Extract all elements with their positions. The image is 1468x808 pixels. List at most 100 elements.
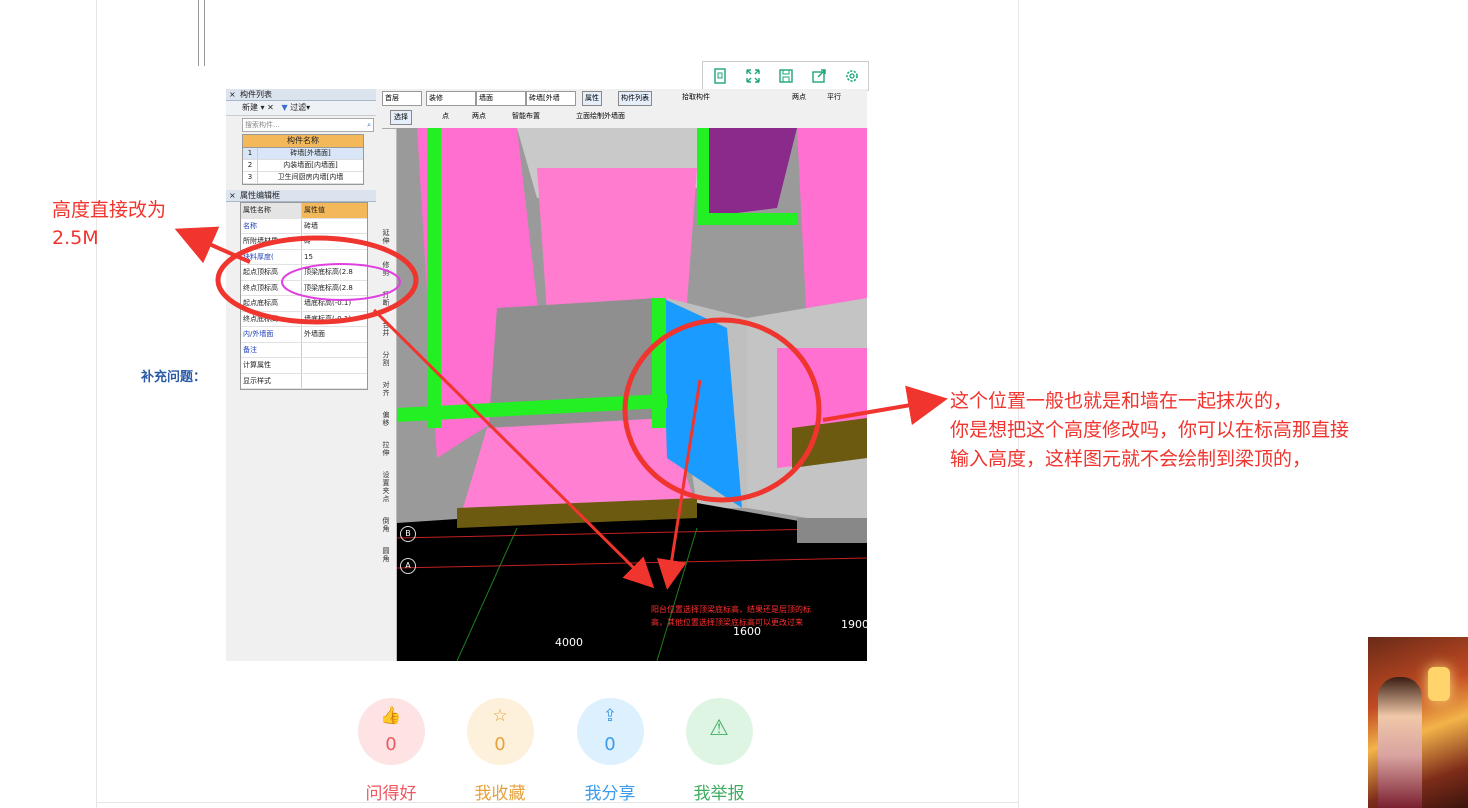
right-annotation-line3: 输入高度，这样图元就不会绘制到梁顶的，: [950, 448, 1312, 470]
report-circle[interactable]: ⚠: [685, 698, 753, 765]
favorite-label[interactable]: 我收藏: [455, 779, 545, 804]
elevation-draw-button[interactable]: 立面绘制外墙面: [576, 110, 625, 123]
filter-button[interactable]: 过滤: [290, 103, 306, 112]
table-row[interactable]: 3 卫生间厨房内墙[内墙: [243, 172, 363, 184]
component-list-button[interactable]: 构件列表: [618, 91, 652, 106]
component-toolrow: 新建 ▾ ✕ ▼ 过滤▾: [226, 101, 376, 116]
tool-stretch[interactable]: 拉伸: [381, 441, 391, 457]
warning-icon: ⚠: [709, 716, 729, 741]
type-select[interactable]: 墙面: [476, 91, 526, 106]
property-row[interactable]: 所附墙材质砖: [241, 234, 367, 250]
favorite-action[interactable]: ☆ 0 我收藏: [455, 698, 545, 804]
character-image: [1378, 677, 1422, 808]
select-button[interactable]: 选择: [390, 110, 412, 125]
favorite-circle[interactable]: ☆ 0: [466, 698, 534, 765]
report-label[interactable]: 我举报: [674, 779, 764, 804]
point-button[interactable]: 点: [442, 110, 449, 123]
element-select[interactable]: 砖墙[外墙: [526, 91, 576, 106]
like-count: 0: [385, 734, 397, 755]
table-row[interactable]: 1 砖墙[外墙面]: [243, 148, 363, 160]
left-annotation-line1: 高度直接改为: [52, 199, 167, 221]
table-row[interactable]: 2 内装墙面[内墙面]: [243, 160, 363, 172]
share-action[interactable]: ⇪ 0 我分享: [565, 698, 655, 804]
property-row[interactable]: 计算属性: [241, 358, 367, 374]
tool-grip[interactable]: 设置夹点: [381, 471, 391, 503]
tool-break[interactable]: 打断: [381, 291, 391, 307]
left-annotation-line2: 2.5M: [52, 227, 99, 249]
3d-viewport[interactable]: B A 阳台位置选择顶梁底标高，结果还是层顶的标 高，其他位置选择顶梁底标高可以…: [397, 128, 867, 661]
cad-toolbars: 首层 装修 墙面 砖墙[外墙 属性 构件列表 拾取构件 两点 平行 选择 点 两…: [382, 89, 867, 129]
card-divider: [96, 802, 1018, 803]
tool-fillet[interactable]: 圆角: [381, 547, 391, 563]
search-icon[interactable]: ⌕: [367, 119, 371, 131]
right-annotation-line1: 这个位置一般也就是和墙在一起抹灰的，: [950, 390, 1293, 412]
ad-thumbnail[interactable]: [1368, 637, 1468, 808]
property-row[interactable]: 备注: [241, 342, 367, 358]
like-action[interactable]: 👍 0 问得好: [346, 698, 436, 804]
edit-tool-strip: 延伸 修剪 打断 合并 分割 对齐 偏移 拉伸 设置夹点 倒角 圆角: [376, 89, 397, 661]
property-row[interactable]: 内/外墙面 外墙面: [241, 327, 367, 343]
property-row[interactable]: 名称 砖墙: [241, 218, 367, 234]
property-row[interactable]: 终点顶标高 顶梁底标高(2.8: [241, 280, 367, 296]
axis-marker-b: B: [400, 526, 416, 542]
two-point-axis-button[interactable]: 两点: [792, 91, 806, 104]
share-label[interactable]: 我分享: [565, 779, 655, 804]
star-icon: ☆: [492, 706, 508, 726]
filter-icon[interactable]: ▼: [281, 103, 287, 112]
fit-page-icon[interactable]: [703, 62, 736, 90]
share-count: 0: [604, 734, 616, 755]
component-list-header: × 构件列表: [226, 89, 376, 101]
component-search-input[interactable]: 搜索构件... ⌕: [242, 118, 374, 132]
axis-marker-a: A: [400, 558, 416, 574]
viewport-caption-line1: 阳台位置选择顶梁底标高，结果还是层顶的标: [651, 605, 811, 614]
top-scroll-marker: [198, 0, 205, 66]
dimension-4000: 4000: [555, 636, 583, 649]
tool-split[interactable]: 分割: [381, 351, 391, 367]
lantern-image: [1428, 667, 1450, 701]
new-button[interactable]: 新建: [242, 103, 258, 112]
supplement-label: 补充问题：: [141, 370, 207, 385]
tool-trim[interactable]: 修剪: [381, 261, 391, 277]
export-icon[interactable]: [802, 62, 835, 90]
component-list-title: 构件列表: [240, 90, 272, 99]
dimension-1600: 1600: [733, 625, 761, 638]
tool-align[interactable]: 对齐: [381, 381, 391, 397]
tool-extend[interactable]: 延伸: [381, 229, 391, 245]
image-toolbar: [702, 61, 869, 91]
attribute-button[interactable]: 属性: [582, 91, 602, 106]
share-icon: ⇪: [602, 706, 618, 726]
tool-offset[interactable]: 偏移: [381, 411, 391, 427]
property-table: 属性名称 属性值 名称 砖墙 所附墙材质砖 块料厚度(15 起点顶标高 顶梁底标高(2…: [240, 202, 368, 390]
component-table: 构件名称 1 砖墙[外墙面] 2 内装墙面[内墙面] 3 卫生间厨房内墙[内墙: [242, 134, 364, 185]
left-annotation: 高度直接改为 2.5M: [52, 196, 166, 252]
dimension-1900: 1900: [841, 618, 867, 631]
property-editor-header: × 属性编辑框: [226, 190, 376, 202]
property-editor-title: 属性编辑框: [240, 191, 280, 200]
thumbs-up-icon: 👍: [380, 706, 402, 726]
component-name-header: 构件名称: [243, 135, 363, 148]
like-label[interactable]: 问得好: [346, 779, 436, 804]
parallel-button[interactable]: 平行: [827, 91, 841, 104]
property-row[interactable]: 起点顶标高 顶梁底标高(2.8: [241, 265, 367, 281]
report-action[interactable]: ⚠ 我举报: [674, 698, 764, 804]
property-row[interactable]: 终点底标高 墙底标高(-0.1): [241, 311, 367, 327]
3d-model-render: [397, 128, 867, 661]
fullscreen-icon[interactable]: [736, 62, 769, 90]
tool-merge[interactable]: 合并: [381, 321, 391, 337]
category-select[interactable]: 装修: [426, 91, 476, 106]
two-point-button[interactable]: 两点: [472, 110, 486, 123]
share-circle[interactable]: ⇪ 0: [576, 698, 644, 765]
settings-gear-icon[interactable]: [835, 62, 868, 90]
like-circle[interactable]: 👍 0: [357, 698, 425, 765]
tool-chamfer[interactable]: 倒角: [381, 517, 391, 533]
save-icon[interactable]: [769, 62, 802, 90]
property-row[interactable]: 显示样式: [241, 373, 367, 389]
property-row[interactable]: 起点底标高 墙底标高(-0.1): [241, 296, 367, 312]
pick-component-button[interactable]: 拾取构件: [682, 91, 710, 104]
smart-layout-button[interactable]: 智能布置: [512, 110, 540, 123]
property-header-row: 属性名称 属性值: [241, 203, 367, 219]
property-row[interactable]: 块料厚度(15: [241, 249, 367, 265]
close-icon[interactable]: ×: [229, 190, 236, 201]
floor-select[interactable]: 首层: [382, 91, 422, 106]
close-icon[interactable]: ×: [229, 89, 236, 100]
